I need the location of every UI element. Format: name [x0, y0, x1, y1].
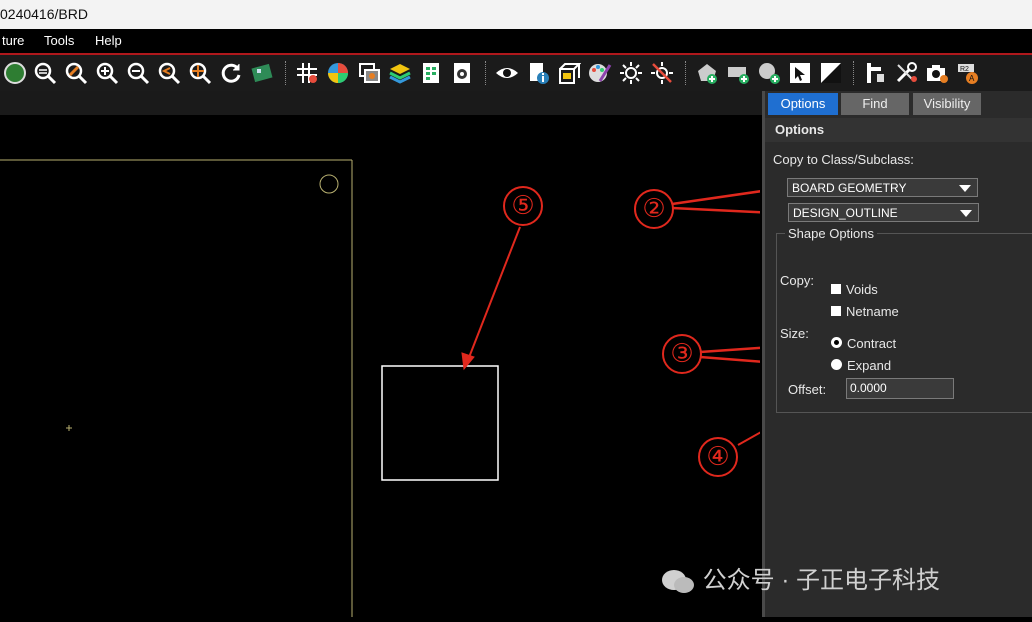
- stackup-icon[interactable]: [386, 59, 414, 87]
- tools-icon[interactable]: [892, 59, 920, 87]
- offset-input[interactable]: 0.0000: [846, 378, 954, 399]
- class-value: BOARD GEOMETRY: [792, 181, 907, 195]
- toolbar-separator: [853, 61, 854, 85]
- offset-label: Offset:: [788, 382, 827, 397]
- report-icon[interactable]: [417, 59, 445, 87]
- redraw-icon[interactable]: [217, 59, 245, 87]
- annotation-marker-4: ④: [698, 437, 738, 477]
- main-toolbar: R2 A: [0, 55, 1032, 91]
- r2-icon[interactable]: R2 A: [954, 59, 982, 87]
- contract-label: Contract: [847, 336, 897, 351]
- annotation-arrows: [461, 187, 835, 446]
- svg-text:R2: R2: [960, 66, 969, 73]
- select-shape-icon[interactable]: [786, 59, 814, 87]
- options-section-header: Options: [765, 118, 1032, 142]
- zoom-previous-icon[interactable]: [155, 59, 183, 87]
- toolbar-separator: [285, 61, 286, 85]
- tab-visibility[interactable]: Visibility: [913, 93, 981, 115]
- board-icon[interactable]: [248, 59, 276, 87]
- annotation-marker-2: ②: [634, 189, 674, 229]
- grid-icon[interactable]: [293, 59, 321, 87]
- class-dropdown[interactable]: BOARD GEOMETRY: [787, 178, 978, 197]
- contract-radio[interactable]: [831, 337, 842, 348]
- copy-to-label: Copy to Class/Subclass:: [773, 152, 914, 167]
- add-shape-icon[interactable]: [693, 59, 721, 87]
- slash-shape-icon[interactable]: [817, 59, 845, 87]
- voids-checkbox[interactable]: [831, 284, 841, 294]
- canvas-top-strip: [0, 91, 764, 115]
- snapshot-icon[interactable]: [923, 59, 951, 87]
- zoom-center-icon[interactable]: [186, 59, 214, 87]
- chevron-down-icon: [960, 210, 972, 217]
- mounting-hole: [319, 174, 339, 194]
- settings-icon[interactable]: [448, 59, 476, 87]
- netname-checkbox[interactable]: [831, 306, 841, 316]
- paint-icon[interactable]: [586, 59, 614, 87]
- selected-shape[interactable]: [381, 365, 499, 481]
- origin-marker: [66, 425, 72, 431]
- show-element-icon[interactable]: [493, 59, 521, 87]
- subclass-dropdown[interactable]: DESIGN_OUTLINE: [788, 203, 979, 222]
- shadow-icon[interactable]: [617, 59, 645, 87]
- info-icon[interactable]: [524, 59, 552, 87]
- wechat-icon: [662, 569, 694, 593]
- toolbar-separator: [485, 61, 486, 85]
- zoom-fit-icon[interactable]: [31, 59, 59, 87]
- zoom-out-icon[interactable]: [124, 59, 152, 87]
- highlight-icon[interactable]: [648, 59, 676, 87]
- menu-item-manufacture[interactable]: ture: [0, 29, 26, 53]
- subclass-value: DESIGN_OUTLINE: [793, 206, 898, 220]
- tab-options[interactable]: Options: [768, 93, 838, 115]
- svg-text:A: A: [969, 74, 975, 83]
- watermark: 公众号 · 子正电子科技: [660, 560, 940, 596]
- expand-radio[interactable]: [831, 359, 842, 370]
- design-canvas[interactable]: ⑤ ② ③ ④: [0, 115, 835, 617]
- watermark-text: 公众号 · 子正电子科技: [702, 567, 940, 594]
- annotation-marker-5: ⑤: [503, 186, 543, 226]
- chevron-down-icon: [959, 185, 971, 192]
- 3d-view-icon[interactable]: [555, 59, 583, 87]
- constraint-icon[interactable]: [861, 59, 889, 87]
- pcb-view-icon[interactable]: [1, 59, 29, 87]
- expand-label: Expand: [847, 358, 892, 373]
- zoom-selection-icon[interactable]: [62, 59, 90, 87]
- menu-item-tools[interactable]: Tools: [42, 29, 76, 53]
- layer-visibility-icon[interactable]: [355, 59, 383, 87]
- add-circle-icon[interactable]: [755, 59, 783, 87]
- color-icon[interactable]: [324, 59, 352, 87]
- section-title: Options: [775, 122, 825, 137]
- netname-label: Netname: [846, 304, 899, 319]
- menu-bar: ture Tools Help: [0, 29, 1032, 55]
- zoom-in-icon[interactable]: [93, 59, 121, 87]
- size-label: Size:: [780, 326, 809, 341]
- copy-sublabel: Copy:: [780, 273, 814, 288]
- voids-label: Voids: [846, 282, 878, 297]
- title-bar: 0240416/BRD: [0, 0, 1032, 29]
- shape-options-label: Shape Options: [785, 226, 878, 241]
- board-outline: [0, 159, 353, 617]
- options-panel: Options Find Visibility Options Copy to …: [762, 91, 1032, 617]
- window-title: 0240416/BRD: [0, 6, 88, 22]
- menu-item-help[interactable]: Help: [93, 29, 124, 53]
- annotation-marker-3: ③: [662, 334, 702, 374]
- add-rect-icon[interactable]: [724, 59, 752, 87]
- toolbar-separator: [685, 61, 686, 85]
- tab-find[interactable]: Find: [841, 93, 909, 115]
